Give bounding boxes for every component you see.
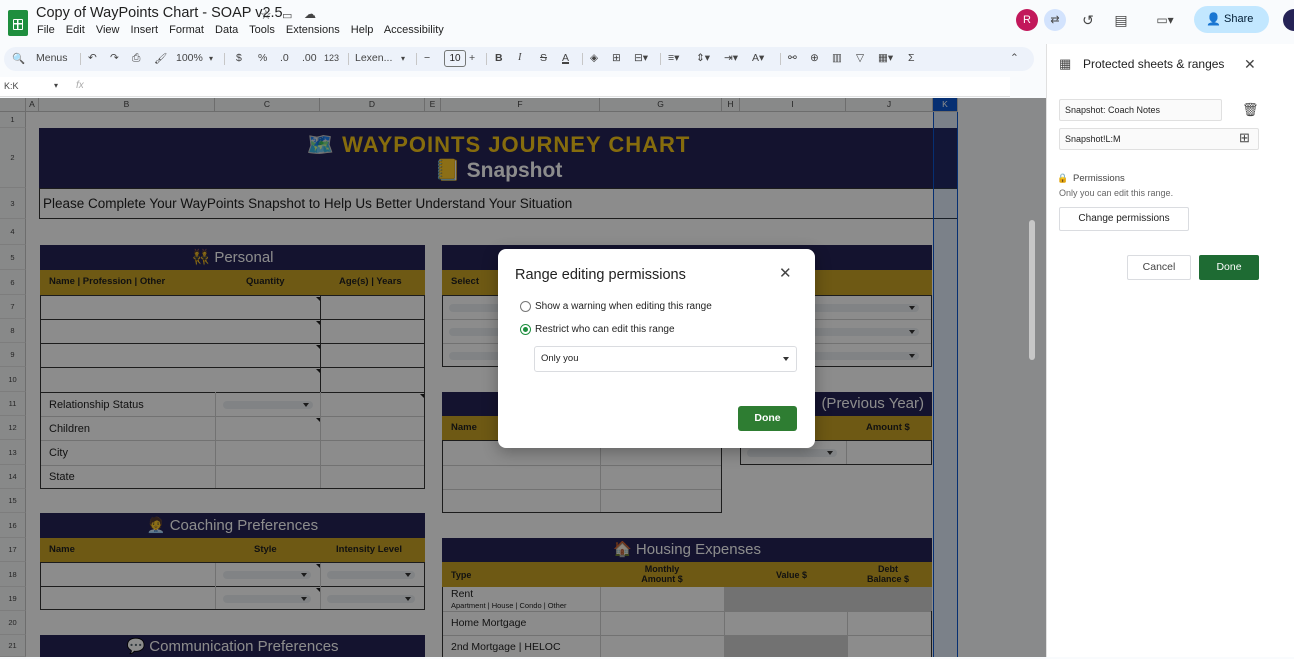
dialog-done-button[interactable]: Done bbox=[738, 406, 797, 431]
description-field[interactable]: Snapshot: Coach Notes bbox=[1059, 99, 1222, 121]
cancel-button[interactable]: Cancel bbox=[1127, 255, 1191, 280]
warning-option-label[interactable]: Show a warning when editing this range bbox=[535, 301, 712, 312]
comments-icon[interactable]: ▤ bbox=[1110, 9, 1132, 31]
range-field[interactable]: Snapshot!L:M bbox=[1059, 128, 1259, 150]
dialog-title: Range editing permissions bbox=[515, 267, 686, 283]
close-icon[interactable]: ✕ bbox=[779, 266, 792, 282]
restrict-option-label[interactable]: Restrict who can edit this range bbox=[535, 324, 675, 335]
trash-icon[interactable]: 🗑 bbox=[1242, 102, 1259, 118]
lock-icon: 🔒 bbox=[1057, 173, 1069, 183]
change-permissions-button[interactable]: Change permissions bbox=[1059, 207, 1189, 231]
collaborator-icon[interactable]: ⇄ bbox=[1044, 9, 1066, 31]
permissions-title: Permissions bbox=[1073, 173, 1125, 184]
vertical-scrollbar[interactable] bbox=[1029, 220, 1035, 360]
panel-title: Protected sheets & ranges bbox=[1083, 57, 1225, 71]
select-range-icon[interactable]: ⊞ bbox=[1239, 130, 1250, 146]
protected-ranges-panel: ▦ Protected sheets & ranges ✕ Snapshot: … bbox=[1046, 44, 1294, 657]
permissions-summary: Only you can edit this range. bbox=[1059, 188, 1174, 198]
share-button[interactable]: 👤 Share bbox=[1194, 6, 1269, 33]
range-permissions-dialog: Range editing permissions ✕ Show a warni… bbox=[498, 249, 815, 448]
people-icon: 👤 bbox=[1206, 12, 1221, 26]
restrict-radio[interactable] bbox=[520, 324, 531, 335]
done-button[interactable]: Done bbox=[1199, 255, 1259, 280]
editor-select[interactable]: Only you bbox=[534, 346, 797, 372]
protected-sheet-icon: ▦ bbox=[1059, 56, 1072, 71]
version-history-icon[interactable]: ↺ bbox=[1077, 9, 1099, 31]
close-icon[interactable]: ✕ bbox=[1244, 56, 1256, 73]
warning-radio[interactable] bbox=[520, 301, 531, 312]
meet-icon[interactable]: ▭▾ bbox=[1148, 9, 1182, 31]
account-icon[interactable] bbox=[1283, 9, 1294, 31]
